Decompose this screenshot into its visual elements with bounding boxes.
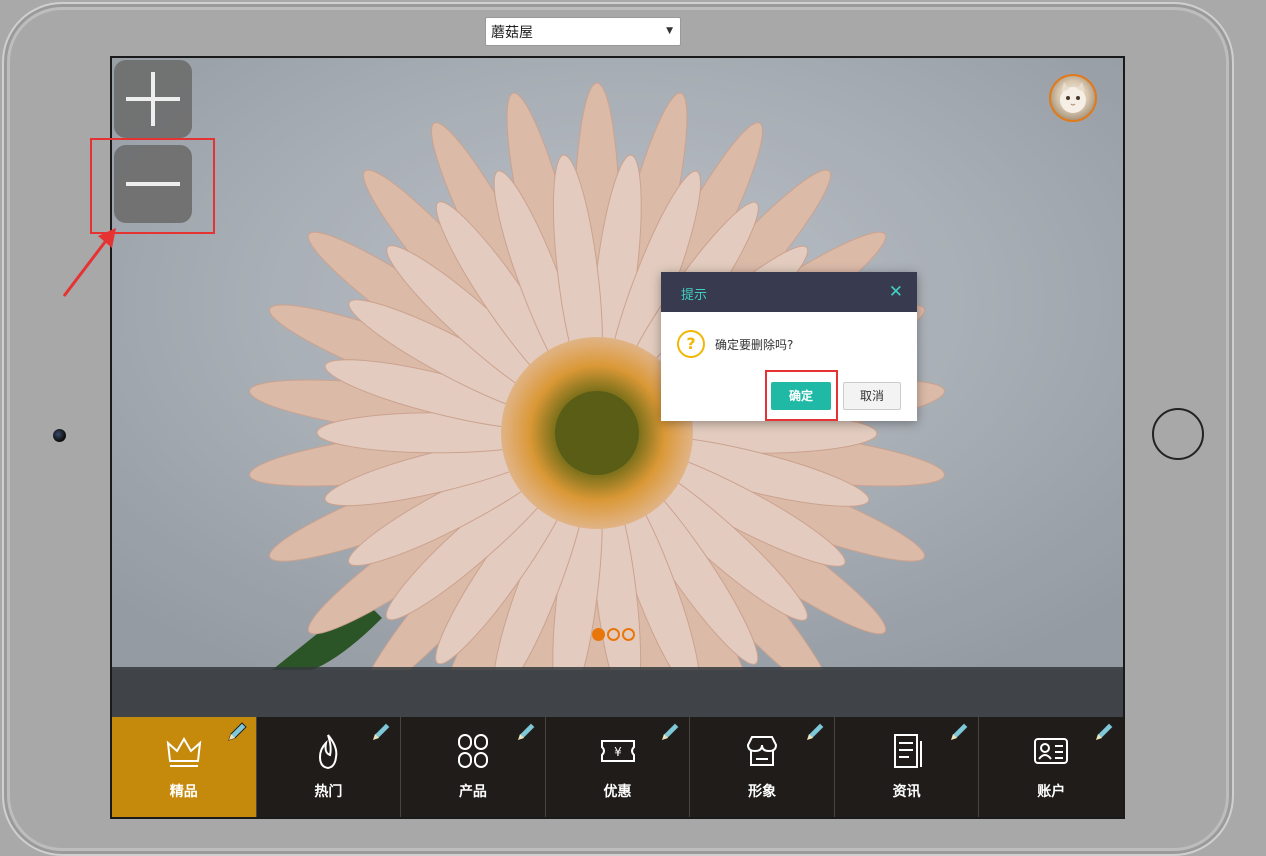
annotation-highlight-zoom-out	[90, 138, 215, 234]
tab-1[interactable]: 热门	[255, 717, 401, 817]
bottom-tab-bar: 精品 热门 产品 ¥ 优惠 形象 资讯 账户	[112, 717, 1123, 817]
tab-label: 优惠	[603, 784, 632, 800]
tab-label: 精品	[169, 784, 198, 800]
cat-avatar-icon	[1060, 82, 1086, 113]
flame-icon	[319, 734, 338, 770]
home-button[interactable]	[1152, 408, 1204, 460]
grid-icon	[457, 734, 488, 768]
edit-pencil-icon[interactable]	[515, 721, 537, 743]
tab-3[interactable]: ¥ 优惠	[544, 717, 690, 817]
svg-text:¥: ¥	[614, 745, 622, 759]
close-icon[interactable]: ✕	[889, 282, 903, 302]
app-screen: 精品 热门 产品 ¥ 优惠 形象 资讯 账户	[110, 56, 1125, 819]
crown-icon	[166, 737, 202, 767]
camera-lens	[53, 429, 66, 442]
tab-4[interactable]: 形象	[689, 717, 834, 817]
edit-pencil-icon[interactable]	[659, 721, 681, 743]
avatar[interactable]	[1049, 74, 1097, 122]
annotation-highlight-confirm	[765, 370, 838, 421]
edit-pencil-icon[interactable]	[1093, 721, 1115, 743]
dialog-title: 提示	[681, 288, 708, 303]
carousel-dot[interactable]	[607, 628, 620, 641]
tab-2[interactable]: 产品	[400, 717, 545, 817]
tab-5[interactable]: 资讯	[833, 717, 979, 817]
carousel-dots	[592, 628, 635, 644]
tab-label: 热门	[314, 784, 343, 800]
edit-pencil-icon[interactable]	[804, 721, 826, 743]
cancel-button[interactable]: 取消	[843, 382, 901, 410]
edit-pencil-icon[interactable]	[226, 721, 248, 743]
store-icon	[747, 736, 778, 766]
caret-down-icon: ▼	[666, 26, 673, 36]
store-select-value: 蘑菇屋	[491, 25, 533, 41]
modal-dimmer	[112, 58, 1123, 717]
carousel-dot[interactable]	[592, 628, 605, 641]
dialog-message: 确定要删除吗?	[715, 338, 794, 352]
tab-0[interactable]: 精品	[112, 717, 256, 817]
tab-label: 资讯	[892, 784, 921, 800]
tab-label: 产品	[458, 784, 487, 800]
id-card-icon	[1034, 738, 1069, 764]
question-icon: ?	[677, 330, 705, 358]
plus-icon-vertical	[151, 72, 155, 126]
zoom-in-button[interactable]	[114, 60, 192, 138]
news-icon	[893, 734, 922, 768]
coupon-icon: ¥	[600, 740, 635, 762]
tab-label: 账户	[1037, 784, 1066, 800]
tab-label: 形象	[748, 784, 777, 800]
dialog-header: 提示 ✕	[661, 272, 917, 312]
edit-pencil-icon[interactable]	[370, 721, 392, 743]
annotation-arrow-icon	[62, 228, 116, 297]
carousel-dot[interactable]	[622, 628, 635, 641]
tab-6[interactable]: 账户	[978, 717, 1123, 817]
store-select[interactable]: 蘑菇屋 ▼	[485, 17, 681, 46]
edit-pencil-icon[interactable]	[948, 721, 970, 743]
